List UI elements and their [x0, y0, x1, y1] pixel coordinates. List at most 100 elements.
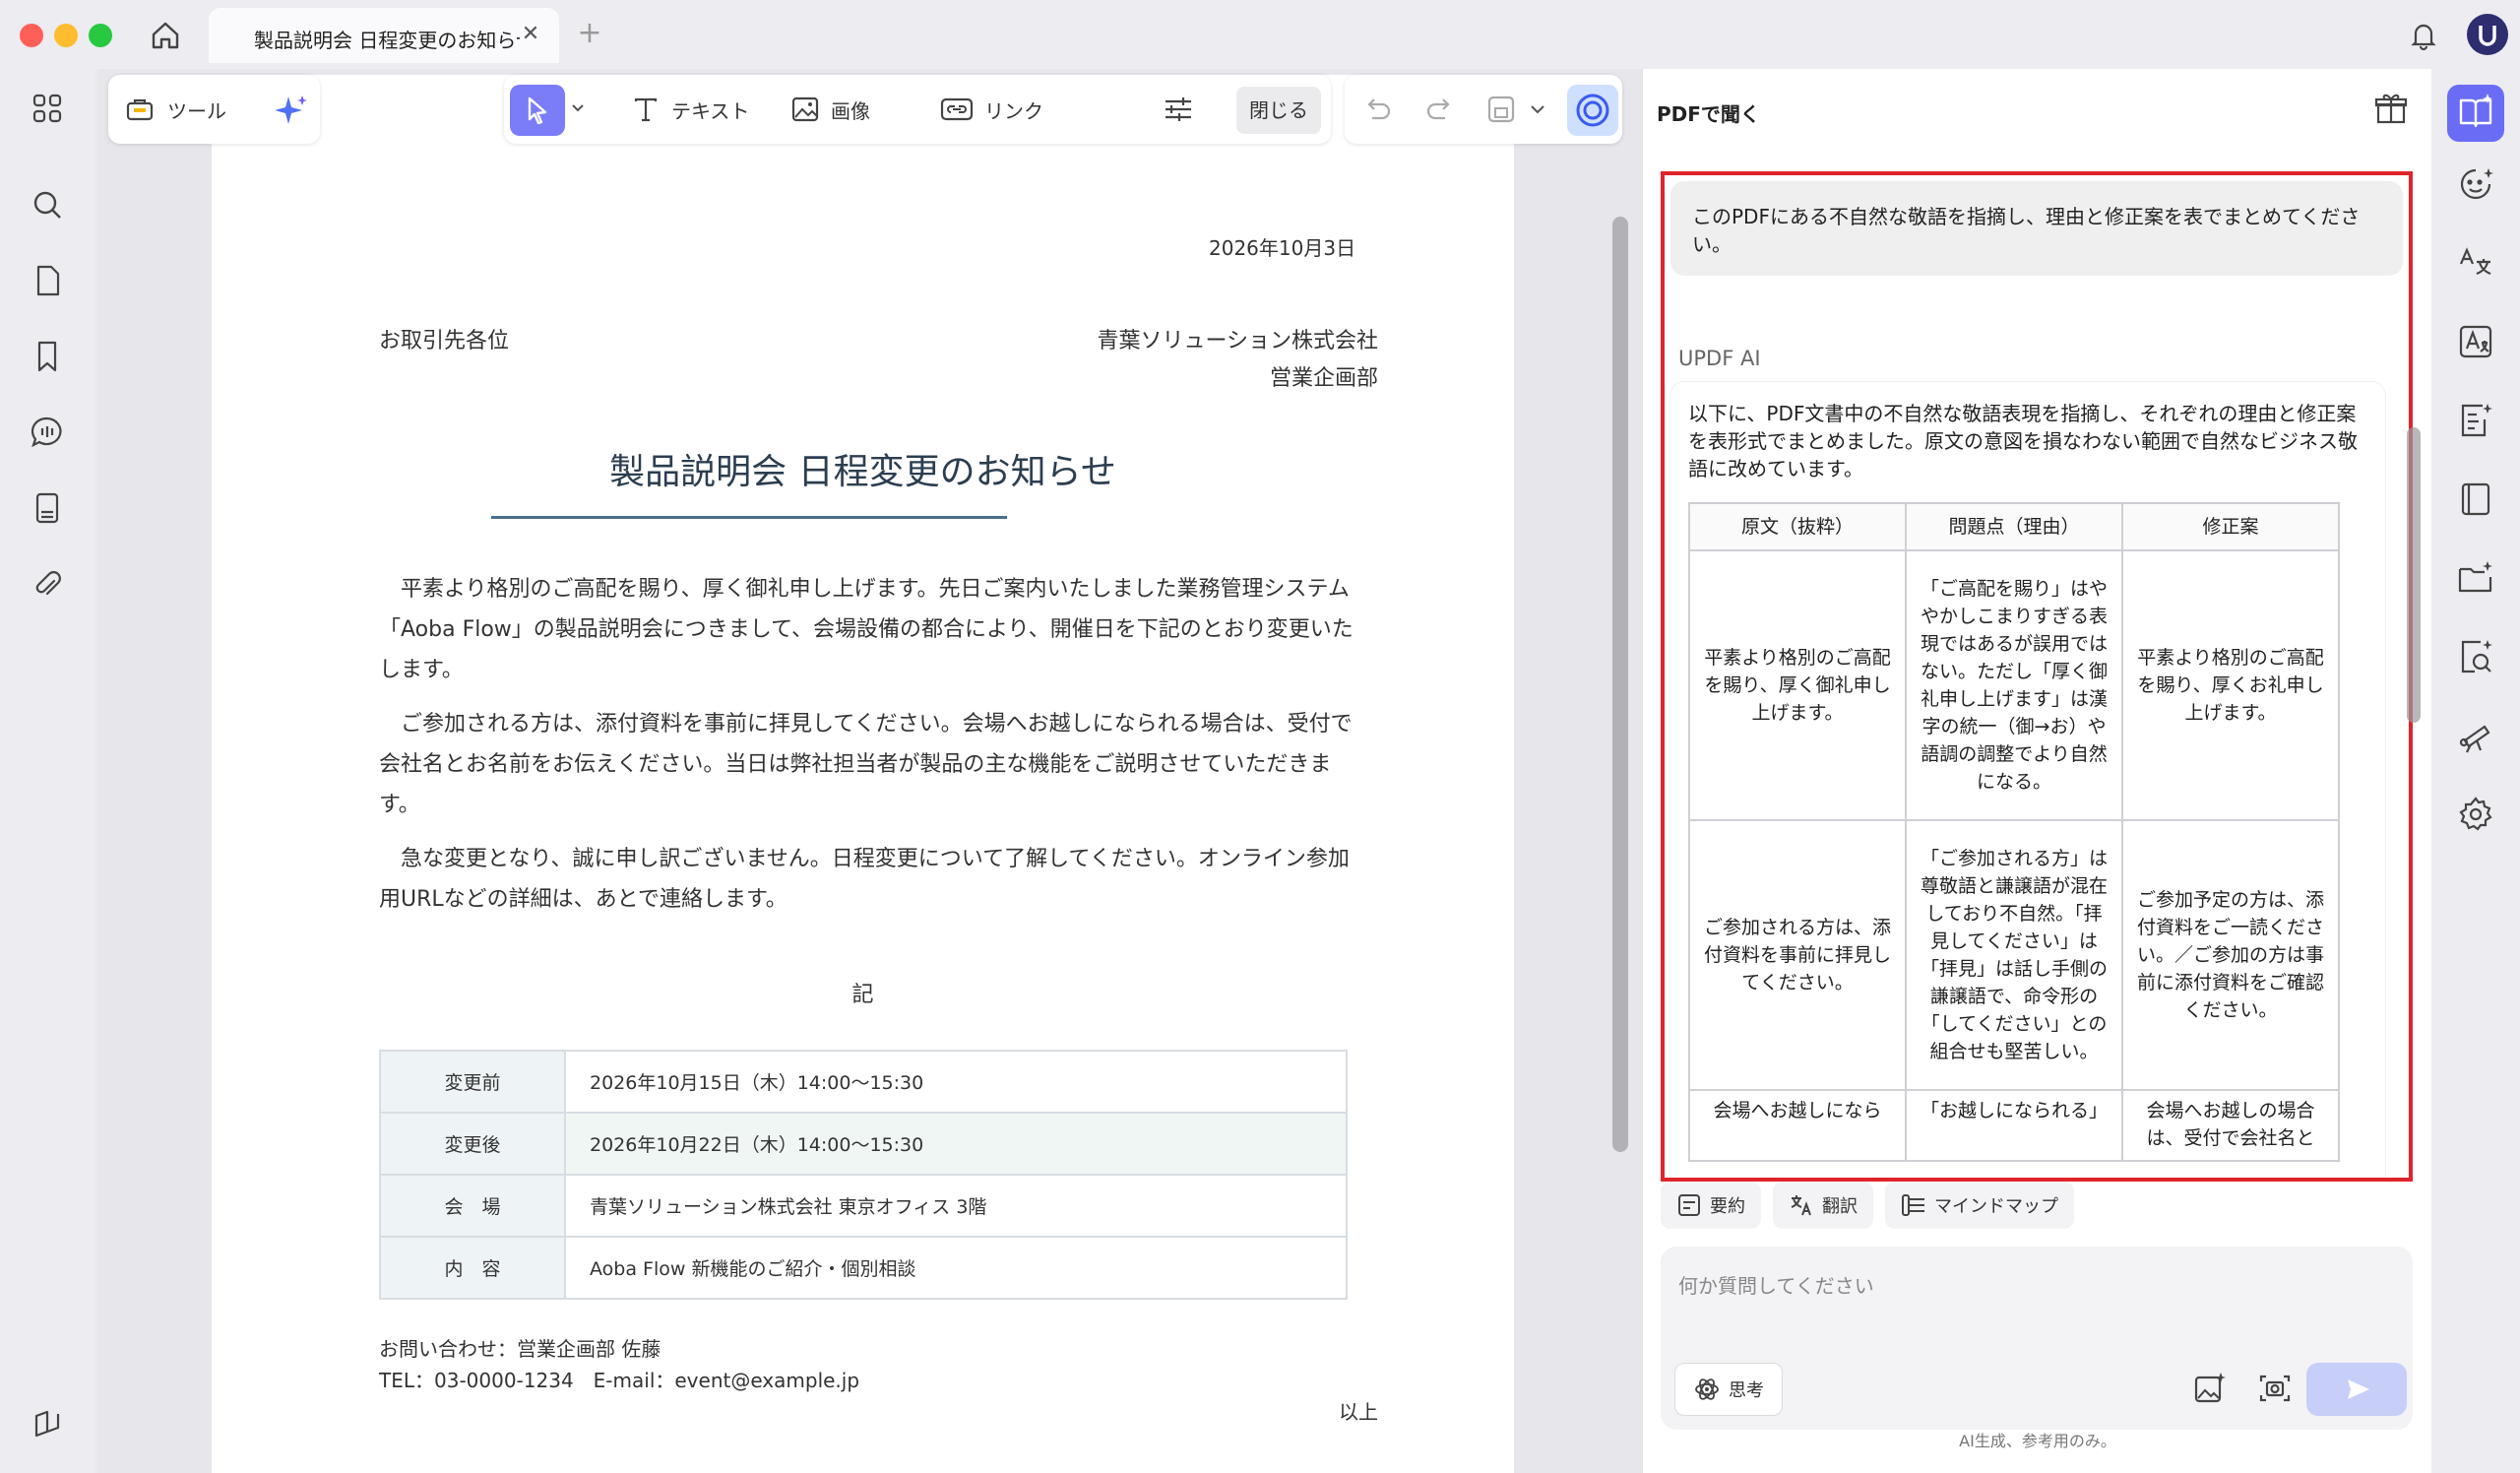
- attachment-document-icon[interactable]: [28, 488, 67, 528]
- grid-apps-icon[interactable]: [28, 89, 67, 128]
- select-tool-button[interactable]: [510, 85, 565, 136]
- tools-toolbar: ツール: [108, 75, 320, 144]
- table-row: 内 容 Aoba Flow 新機能のご紹介・個別相談: [379, 1236, 1348, 1300]
- presentation-icon[interactable]: [2455, 715, 2496, 756]
- schedule-table: 変更前 2026年10月15日（木）14:00～15:30 変更後 2026年1…: [379, 1050, 1348, 1300]
- gift-icon[interactable]: [2371, 89, 2411, 128]
- table-cell-fix: ご参加予定の方は、添付資料をご一読ください。／ご参加の方は事前に添付資料をご確認…: [2121, 819, 2340, 1091]
- zoom-window-button[interactable]: [89, 24, 112, 47]
- table-cell-issue: 「ご高配を賜り」はややかしこまりすぎる表現ではあるが誤用ではない。ただし「厚く御…: [1905, 549, 2123, 821]
- chevron-down-icon[interactable]: [569, 98, 587, 116]
- settings-gear-icon[interactable]: [2455, 794, 2496, 835]
- history-toolbar: [1345, 75, 1622, 144]
- ai-chat-panel: PDFで聞く このPDFにある不自然な敬語を指摘し、理由と修正案を表でまとめてく…: [1642, 69, 2431, 1473]
- think-mode-button[interactable]: 思考: [1674, 1363, 1783, 1416]
- document-paragraph: 急な変更となり、誠に申し訳ございません。日程変更について了解してください。オンラ…: [379, 847, 1350, 912]
- summary-icon: [1676, 1192, 1702, 1218]
- panel-title: PDFで聞く: [1657, 102, 1760, 126]
- schedule-key: 変更後: [379, 1112, 566, 1176]
- link-tool-label: リンク: [984, 98, 1043, 123]
- ai-disclaimer: AI生成、参考用のみ。: [1959, 1432, 2116, 1450]
- ai-search-icon[interactable]: [2455, 636, 2496, 677]
- screenshot-icon[interactable]: [2255, 1369, 2295, 1408]
- document-viewer[interactable]: 2026年10月3日 お取引先各位 青葉ソリューション株式会社 営業企画部 製品…: [98, 69, 1642, 1473]
- table-cell-fix: 会場へお越しの場合は、受付で会社名と: [2121, 1089, 2340, 1162]
- text-tool-button[interactable]: テキスト: [630, 87, 749, 132]
- ai-sparkle-icon[interactable]: [272, 91, 311, 130]
- minimize-window-button[interactable]: [54, 24, 78, 47]
- table-header-row: 原文（抜粋） 問題点（理由） 修正案: [1688, 502, 2340, 551]
- image-tool-label: 画像: [831, 98, 870, 123]
- document-scrollbar[interactable]: [1612, 217, 1628, 1152]
- properties-button[interactable]: [1162, 87, 1195, 132]
- ocr-text-icon[interactable]: [2455, 321, 2496, 362]
- redo-icon[interactable]: [1421, 91, 1459, 128]
- document-tab[interactable]: 製品説明会 日程変更のお知らせ ✕: [209, 8, 559, 63]
- undo-icon[interactable]: [1358, 91, 1396, 128]
- table-header: 問題点（理由）: [1905, 502, 2123, 551]
- chat-history[interactable]: このPDFにある不自然な敬語を指摘し、理由と修正案を表でまとめてください。 UP…: [1661, 171, 2413, 1182]
- mindmap-icon: [1901, 1192, 1926, 1218]
- bell-icon[interactable]: [2404, 16, 2443, 55]
- contact-line: TEL：03-0000-1234 E-mail：event@example.jp: [379, 1369, 860, 1392]
- atom-icon: [1693, 1376, 1721, 1403]
- ai-folder-icon[interactable]: [2455, 557, 2496, 599]
- mindmap-label: マインドマップ: [1934, 1196, 2058, 1217]
- chat-scrollbar[interactable]: [2407, 427, 2421, 723]
- send-button[interactable]: [2306, 1363, 2407, 1416]
- schedule-key: 変更前: [379, 1050, 566, 1114]
- search-icon[interactable]: [28, 185, 67, 224]
- mindmap-button[interactable]: マインドマップ: [1885, 1182, 2074, 1229]
- translate-icon[interactable]: [2455, 242, 2496, 284]
- schedule-value: 2026年10月15日（木）14:00～15:30: [564, 1050, 1348, 1114]
- table-cell-original: 平素より格別のご高配を賜り、厚く御礼申し上げます。: [1688, 549, 1907, 821]
- document-company: 青葉ソリューション株式会社: [1097, 329, 1378, 353]
- table-header: 原文（抜粋）: [1688, 502, 1907, 551]
- save-icon[interactable]: [1482, 91, 1520, 128]
- close-edit-button[interactable]: 閉じる: [1236, 87, 1321, 134]
- ask-pdf-tab[interactable]: [2447, 85, 2504, 142]
- document-department: 営業企画部: [1269, 366, 1378, 391]
- table-row: 会 場 青葉ソリューション株式会社 東京オフィス 3階: [379, 1174, 1348, 1238]
- ai-assistant-button[interactable]: [1567, 85, 1618, 136]
- table-cell-original: ご参加される方は、添付資料を事前に拝見してください。: [1688, 819, 1907, 1091]
- reader-book-icon[interactable]: [2455, 479, 2496, 520]
- chat-ai-icon[interactable]: [2455, 163, 2496, 205]
- document-closing: 以上: [1339, 1400, 1378, 1424]
- new-tab-button[interactable]: +: [575, 16, 604, 51]
- link-icon: [939, 94, 975, 125]
- table-cell-fix: 平素より格別のご高配を賜り、厚くお礼申し上げます。: [2121, 549, 2340, 821]
- toolbox-icon: [124, 94, 156, 125]
- page-thumbnail-icon[interactable]: [28, 261, 67, 300]
- table-cell-issue: 「お越しになられる」: [1905, 1089, 2123, 1162]
- document-paragraph: 平素より格別のご高配を賜り、厚く御礼申し上げます。先日ご案内いたしました業務管理…: [379, 577, 1354, 682]
- user-message: このPDFにある不自然な敬語を指摘し、理由と修正案を表でまとめてください。: [1670, 181, 2403, 276]
- layers-icon[interactable]: [28, 1404, 67, 1443]
- schedule-key: 会 場: [379, 1174, 566, 1238]
- table-header: 修正案: [2121, 502, 2340, 551]
- ai-response: 以下に、PDF文書中の不自然な敬語表現を指摘し、それぞれの理由と修正案を表形式で…: [1670, 382, 2385, 1178]
- summarize-button[interactable]: 要約: [1661, 1182, 1761, 1229]
- chevron-down-icon[interactable]: [1526, 91, 1549, 128]
- translate-icon: [1789, 1192, 1814, 1218]
- tools-button[interactable]: ツール: [124, 89, 226, 130]
- link-tool-button[interactable]: リンク: [939, 87, 1043, 132]
- comment-icon[interactable]: [28, 413, 67, 452]
- image-upload-icon[interactable]: [2190, 1369, 2230, 1408]
- home-icon[interactable]: [146, 16, 185, 55]
- ai-document-icon[interactable]: [2455, 400, 2496, 441]
- tab-close-icon[interactable]: ✕: [516, 20, 545, 49]
- chat-input-box: 思考: [1661, 1247, 2413, 1430]
- table-cell-issue: 「ご参加される方」は尊敬語と謙譲語が混在しており不自然。「拝見してください」は「…: [1905, 819, 2123, 1091]
- translate-button[interactable]: 翻訳: [1773, 1182, 1873, 1229]
- document-ki-heading: 記: [851, 983, 874, 1007]
- image-icon: [789, 94, 821, 125]
- close-window-button[interactable]: [20, 24, 43, 47]
- image-tool-button[interactable]: 画像: [789, 87, 870, 132]
- avatar[interactable]: [2467, 14, 2508, 55]
- bookmark-icon[interactable]: [28, 337, 67, 376]
- question-input[interactable]: [1678, 1266, 2387, 1306]
- text-icon: [630, 94, 662, 125]
- paperclip-icon[interactable]: [28, 564, 67, 604]
- table-row: ご参加される方は、添付資料を事前に拝見してください。 「ご参加される方」は尊敬語…: [1688, 819, 2340, 1091]
